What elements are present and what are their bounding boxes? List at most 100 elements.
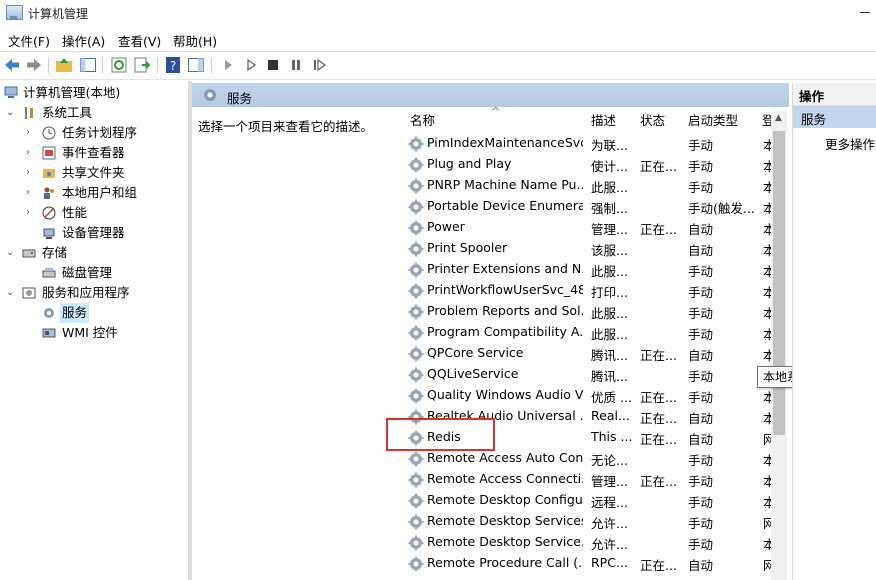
menu-file[interactable]: 文件(F): [8, 31, 50, 50]
service-name: Remote Desktop Service...: [427, 534, 583, 549]
service-description: 允许...: [591, 516, 628, 531]
table-row[interactable]: Problem Reports and Sol... 此服... 手动本: [406, 301, 776, 322]
scrollbar-thumb[interactable]: [773, 131, 785, 435]
service-description: 此服...: [591, 327, 628, 342]
show-hide-tree-icon[interactable]: [79, 56, 97, 74]
back-icon[interactable]: [3, 56, 21, 74]
chevron-right-icon[interactable]: ›: [26, 163, 36, 183]
table-row[interactable]: Remote Access Connecti... 管理... 正在... 手动本: [406, 469, 776, 490]
shared-folder-icon: [43, 169, 55, 178]
service-description: RPC...: [591, 555, 628, 570]
svg-text:?: ?: [170, 59, 176, 73]
service-startup-type: 手动: [688, 369, 714, 384]
refresh-icon[interactable]: [110, 56, 128, 74]
service-startup-type: 手动: [688, 327, 714, 342]
service-description: 允许...: [591, 537, 628, 552]
vertical-scrollbar[interactable]: ▲: [771, 111, 787, 580]
table-row[interactable]: QPCore Service 腾讯... 正在... 自动本: [406, 343, 776, 364]
chevron-down-icon[interactable]: ⌄: [6, 243, 16, 263]
minimize-icon[interactable]: [860, 12, 870, 13]
service-startup-type: 自动: [688, 432, 714, 447]
clock-icon: [42, 126, 56, 140]
stop-service-icon[interactable]: [264, 56, 282, 74]
service-status: 正在...: [640, 558, 677, 573]
table-row[interactable]: Portable Device Enumera... 强制... 手动(触发... 本: [406, 196, 776, 217]
service-startup-type: 手动(触发...: [688, 201, 755, 216]
service-status: 正在...: [640, 432, 677, 447]
export-list-icon[interactable]: [133, 56, 151, 74]
service-name: Remote Procedure Call (...: [427, 555, 583, 570]
start-icon[interactable]: [242, 56, 260, 74]
table-row[interactable]: Remote Procedure Call (... RPC... 正在... 自动网: [406, 553, 776, 574]
more-actions-link[interactable]: 更多操作: [825, 134, 875, 153]
users-icon: [44, 187, 54, 199]
service-gear-icon: [408, 367, 424, 383]
menu-help[interactable]: 帮助(H): [173, 31, 217, 50]
chevron-right-icon[interactable]: ›: [26, 143, 36, 163]
service-description: 优质 ...: [591, 390, 632, 405]
forward-icon[interactable]: [25, 56, 43, 74]
table-row[interactable]: Remote Desktop Service... 允许... 手动本: [406, 532, 776, 553]
service-description: 无论...: [591, 453, 628, 468]
service-startup-type: 手动: [688, 285, 714, 300]
service-status: 正在...: [640, 474, 677, 489]
table-row[interactable]: Printer Extensions and N... 此服... 手动本: [406, 259, 776, 280]
service-name: Problem Reports and Sol...: [427, 303, 583, 318]
service-gear-icon: [408, 514, 424, 530]
toolbar: ?: [0, 51, 876, 80]
service-startup-type: 自动: [688, 558, 714, 573]
table-row[interactable]: Print Spooler 该服... 自动本: [406, 238, 776, 259]
table-row[interactable]: QQLiveService腾讯...手动本: [406, 364, 776, 385]
table-row[interactable]: Plug and Play 使计... 正在... 手动本: [406, 154, 776, 175]
service-name: Quality Windows Audio V...: [427, 387, 583, 402]
restart-service-icon[interactable]: [310, 56, 328, 74]
service-gear-icon: [408, 346, 424, 362]
chevron-down-icon[interactable]: ⌄: [6, 103, 16, 123]
chevron-right-icon[interactable]: ›: [26, 203, 36, 223]
actions-services-item[interactable]: 服务: [793, 106, 876, 128]
table-row[interactable]: Remote Access Auto Con... 无论... 手动本: [406, 448, 776, 469]
menu-view[interactable]: 查看(V): [118, 31, 161, 50]
service-description: 腾讯...: [591, 369, 628, 384]
redis-highlight-box: [386, 418, 495, 451]
up-folder-icon[interactable]: [55, 56, 73, 74]
service-gear-icon: [408, 157, 424, 173]
chevron-right-icon[interactable]: ›: [26, 123, 36, 143]
scroll-up-icon[interactable]: ▲: [775, 113, 782, 123]
service-description: 管理...: [591, 474, 628, 489]
service-name: Remote Desktop Configu...: [427, 492, 583, 507]
service-name: Plug and Play: [427, 156, 512, 171]
show-action-pane-icon[interactable]: [187, 56, 205, 74]
pause-service-icon[interactable]: [287, 56, 305, 74]
service-name: QQLiveService: [427, 366, 519, 381]
column-header-name[interactable]: 名称: [410, 109, 435, 133]
column-header-description[interactable]: 描述: [591, 109, 616, 133]
service-gear-icon: [408, 535, 424, 551]
help-icon[interactable]: ?: [164, 56, 182, 74]
table-row[interactable]: PrintWorkflowUserSvc_48... 打印... 手动本: [406, 280, 776, 301]
storage-icon: [22, 249, 36, 258]
table-row[interactable]: PimIndexMaintenanceSvc... 为联... 手动本: [406, 133, 776, 154]
service-startup-type: 手动: [688, 474, 714, 489]
service-status: 正在...: [640, 159, 677, 174]
service-description: 该服...: [591, 243, 628, 258]
service-name: QPCore Service: [427, 345, 524, 360]
service-name: Portable Device Enumera...: [427, 198, 583, 213]
table-row[interactable]: Remote Desktop Services 允许... 手动网: [406, 511, 776, 532]
table-row[interactable]: PNRP Machine Name Pu... 此服... 手动本: [406, 175, 776, 196]
chevron-down-icon[interactable]: ⌄: [6, 283, 16, 303]
service-description: 此服...: [591, 180, 628, 195]
menu-action[interactable]: 操作(A): [62, 31, 105, 50]
table-row[interactable]: Quality Windows Audio V... 优质 ... 正在... 手动本: [406, 385, 776, 406]
chevron-right-icon[interactable]: ›: [26, 183, 36, 203]
table-row[interactable]: Remote Desktop Configu... 远程... 手动本: [406, 490, 776, 511]
actions-pane: 操作 服务 更多操作: [792, 83, 876, 580]
service-name: Printer Extensions and N...: [427, 261, 583, 276]
start-service-icon[interactable]: [219, 56, 237, 74]
column-header-status[interactable]: 状态: [640, 109, 665, 133]
table-row[interactable]: Program Compatibility A... 此服... 手动本: [406, 322, 776, 343]
service-description: This ...: [591, 429, 633, 444]
table-row[interactable]: Power 管理... 正在... 自动本: [406, 217, 776, 238]
services-apps-icon: [22, 287, 36, 299]
column-header-startup-type[interactable]: 启动类型: [688, 109, 738, 133]
